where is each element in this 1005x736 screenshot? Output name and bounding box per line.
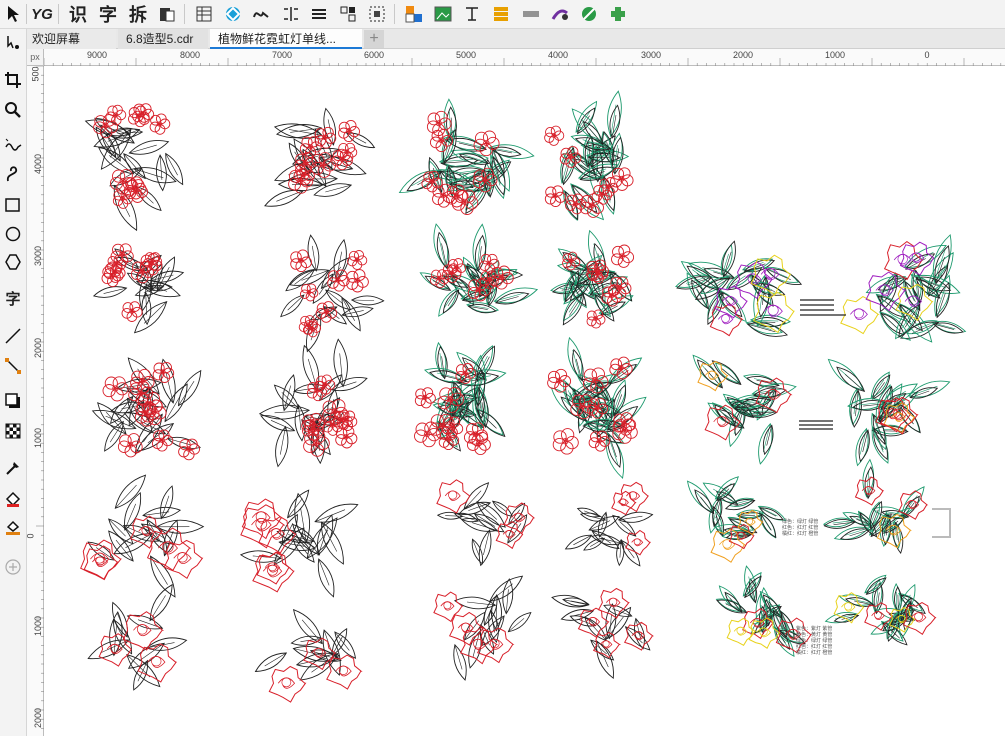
freehand-tool-icon[interactable] <box>2 135 24 157</box>
flower-motif[interactable] <box>239 489 359 598</box>
tab-document-1[interactable]: 6.8造型5.cdr <box>118 29 208 49</box>
toolbar-divider <box>184 4 185 24</box>
tab-document-active[interactable]: 植物鲜花霓虹灯单线... <box>210 29 362 49</box>
select-frame-icon[interactable] <box>366 3 388 25</box>
plugin-icon[interactable] <box>607 3 629 25</box>
rectangle-tool-icon[interactable] <box>2 194 24 216</box>
flower-motif[interactable] <box>264 107 376 207</box>
lines-icon[interactable] <box>308 3 330 25</box>
flower-motif[interactable] <box>258 338 368 468</box>
tab-welcome-screen[interactable]: 欢迎屏幕 <box>24 29 116 49</box>
add-tool-icon[interactable] <box>2 556 24 578</box>
flower-motif[interactable] <box>692 354 797 465</box>
drawing-canvas[interactable]: 绿色：绿灯 绿管 红色：红灯 红管 橘红：红灯 橙管 紫色：紫灯 紫管 黄色：黄… <box>44 67 1005 736</box>
flower-motif[interactable] <box>436 479 536 567</box>
artwork-layer <box>80 90 967 703</box>
globe-icon[interactable] <box>578 3 600 25</box>
font-button[interactable]: 字 <box>96 3 120 25</box>
split-button[interactable]: 拆 <box>126 3 150 25</box>
add-tab-button[interactable]: + <box>364 30 384 48</box>
crop-tool-icon[interactable] <box>2 69 24 91</box>
flower-motif[interactable] <box>547 336 647 479</box>
yg-logo-button[interactable]: YG <box>30 3 54 25</box>
text-align-icon[interactable] <box>461 3 483 25</box>
pattern-icon[interactable] <box>222 3 244 25</box>
zoom-tool-icon[interactable] <box>2 99 24 121</box>
top-toolbar: YG 识 字 拆 <box>0 0 1005 29</box>
document-tabs: 欢迎屏幕 6.8造型5.cdr 植物鲜花霓虹灯单线... + <box>0 29 1005 49</box>
horizontal-ruler[interactable]: 9000 8000 7000 6000 5000 4000 3000 2000 1000 0 <box>44 49 1005 66</box>
barcode-icon[interactable] <box>520 3 542 25</box>
clipboard-icon[interactable] <box>156 3 178 25</box>
toolbar-divider <box>58 4 59 24</box>
flower-motif[interactable] <box>551 587 655 680</box>
flower-motif[interactable] <box>550 229 635 329</box>
pick-tool-icon[interactable] <box>2 3 24 25</box>
shadow-tool-icon[interactable] <box>2 390 24 412</box>
flower-motif[interactable] <box>87 583 188 691</box>
flower-motif[interactable] <box>827 358 951 467</box>
text-tool-button[interactable]: 字 <box>2 287 24 309</box>
grid-icon[interactable] <box>337 3 359 25</box>
color-blocks-icon[interactable] <box>403 3 425 25</box>
toolbar-divider <box>26 4 27 24</box>
flower-motif[interactable] <box>544 90 634 221</box>
polygon-tool-icon[interactable] <box>2 251 24 273</box>
outline-fill-tool-icon[interactable] <box>2 516 24 538</box>
flower-motif[interactable] <box>84 103 184 232</box>
flower-motif[interactable] <box>398 98 535 215</box>
image-icon[interactable] <box>432 3 454 25</box>
flower-motif[interactable] <box>433 575 532 681</box>
color-legend-bottom: 紫色：紫灯 紫管 黄色：黄灯 黄管 绿色：绿灯 绿管 红色：红灯 红管 橘红：红… <box>796 626 833 656</box>
fill-tool-icon[interactable] <box>2 488 24 510</box>
transparency-tool-icon[interactable] <box>2 420 24 442</box>
flower-motif[interactable] <box>564 481 654 567</box>
table-icon[interactable] <box>193 3 215 25</box>
color-legend-top: 绿色：绿灯 绿管 红色：红灯 红管 橘红：红灯 橙管 <box>782 519 819 537</box>
shape-tool-icon[interactable] <box>2 32 24 54</box>
flower-motif[interactable] <box>280 234 385 353</box>
curve-tool-icon[interactable] <box>250 3 272 25</box>
recognize-text-button[interactable]: 识 <box>66 3 90 25</box>
bracket-shape <box>932 508 951 538</box>
flower-motif[interactable] <box>840 234 967 343</box>
dimension-tool-icon[interactable] <box>2 325 24 347</box>
ruler-corner[interactable]: px <box>27 49 44 66</box>
flower-motif[interactable] <box>254 608 363 703</box>
toolbar-divider <box>394 4 395 24</box>
flower-motif[interactable] <box>414 341 507 456</box>
eyedropper-tool-icon[interactable] <box>2 457 24 479</box>
corel-app-window: YG 识 字 拆 欢迎屏幕 6.8造型5.cdr 植物鲜花霓虹灯单线... + … <box>0 0 1005 736</box>
distribute-icon[interactable] <box>280 3 302 25</box>
toolbox: 字 <box>0 29 27 736</box>
flower-motif[interactable] <box>675 240 803 337</box>
flower-motif[interactable] <box>822 458 929 555</box>
flower-motif[interactable] <box>824 574 937 646</box>
layers-icon[interactable] <box>490 3 512 25</box>
connector-tool-icon[interactable] <box>2 355 24 377</box>
flower-motif[interactable] <box>80 474 205 598</box>
flower-motif[interactable] <box>92 243 185 334</box>
flower-motif[interactable] <box>686 476 787 563</box>
ellipse-tool-icon[interactable] <box>2 223 24 245</box>
connector-lines <box>799 299 846 430</box>
flower-motif[interactable] <box>419 223 539 317</box>
artistic-media-icon[interactable] <box>2 163 24 185</box>
vertical-ruler[interactable]: 500 4000 3000 2000 1000 0 1000 2000 <box>26 66 44 736</box>
flower-motif[interactable] <box>91 357 202 461</box>
wand-icon[interactable] <box>549 3 571 25</box>
